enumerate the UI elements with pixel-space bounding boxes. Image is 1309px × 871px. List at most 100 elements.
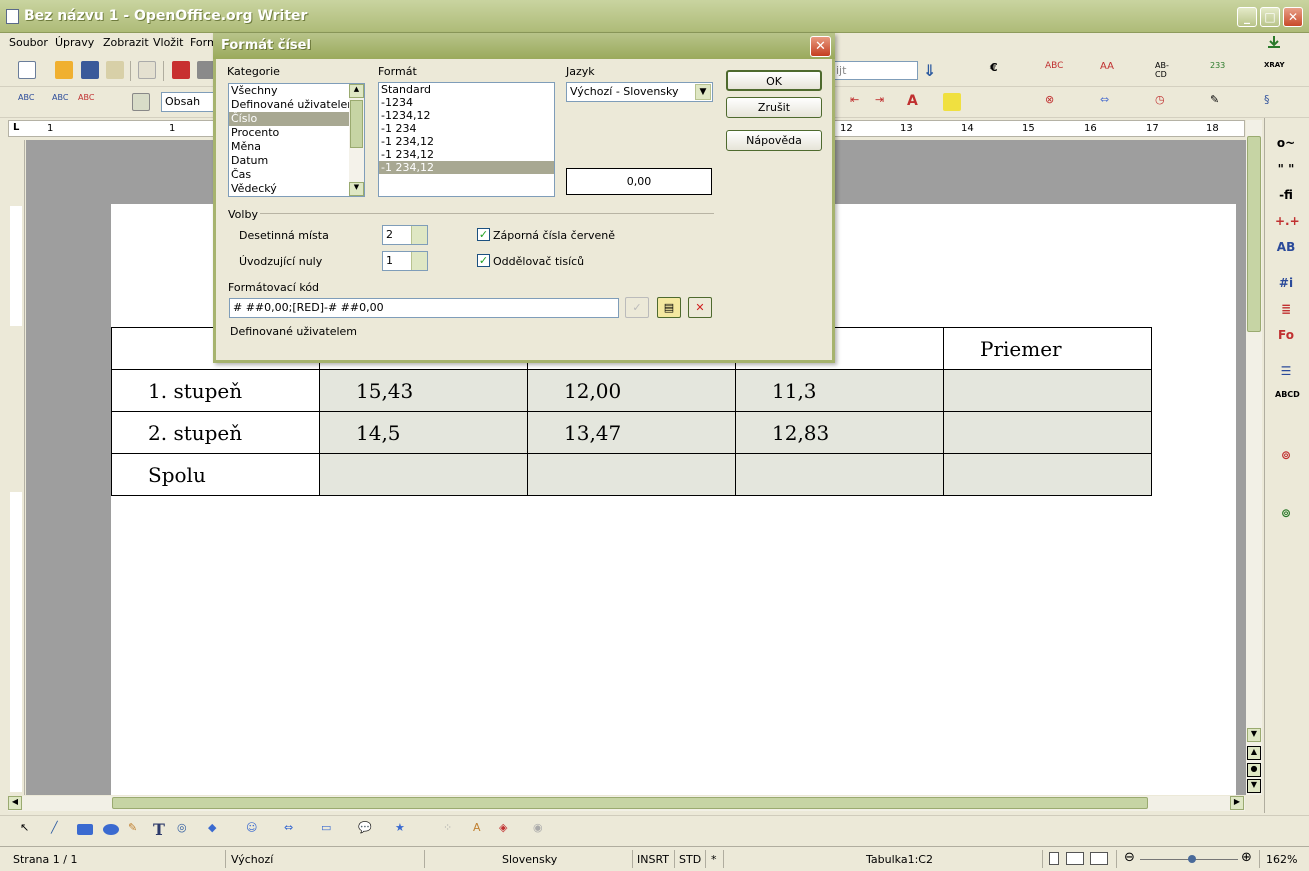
list-item[interactable]: Číslo: [229, 112, 364, 126]
status-selection-mode[interactable]: STD: [679, 853, 701, 866]
autospell-icon[interactable]: ABC: [52, 93, 70, 111]
negative-red-checkbox[interactable]: ✓: [477, 228, 490, 241]
multi-page-view-icon[interactable]: [1066, 852, 1084, 865]
ellipse-icon[interactable]: [103, 824, 119, 835]
category-scrollbar[interactable]: ▲ ▼: [349, 84, 364, 196]
list-item[interactable]: -1 234,12: [379, 161, 554, 174]
currency-icon[interactable]: €: [990, 61, 1008, 79]
prev-page-icon[interactable]: ▲: [1247, 746, 1261, 760]
minimize-button[interactable]: _: [1237, 7, 1257, 27]
table-cell[interactable]: 12,83: [735, 411, 944, 454]
close-button[interactable]: ✕: [1283, 7, 1303, 27]
list-item[interactable]: Všechny: [229, 84, 364, 98]
language-select[interactable]: Výchozí - Slovensky ▼: [566, 82, 713, 102]
callout-icon[interactable]: ◎: [177, 821, 195, 839]
table-cell[interactable]: Priemer: [943, 327, 1152, 370]
save-icon[interactable]: [81, 61, 99, 79]
accept-code-icon[interactable]: ✓: [625, 297, 649, 318]
vertical-scrollbar[interactable]: ▼ ▲ ● ▼: [1246, 120, 1262, 795]
font-color-icon[interactable]: A: [907, 93, 925, 111]
abcd-icon[interactable]: ABCD: [1275, 390, 1300, 410]
status-insert-mode[interactable]: INSRT: [637, 853, 669, 866]
menu-upravy[interactable]: Úpravy: [55, 36, 94, 49]
note-icon[interactable]: ✎: [1210, 93, 1228, 111]
single-page-view-icon[interactable]: [1049, 852, 1059, 865]
decrease-indent-icon[interactable]: ⇤: [850, 93, 868, 111]
zoom-slider-handle[interactable]: [1188, 855, 1196, 863]
extrusion-icon[interactable]: ◈: [499, 821, 517, 839]
callouts-icon[interactable]: 💬: [358, 821, 376, 839]
category-list[interactable]: Všechny Definované uživatelem Číslo Proc…: [228, 83, 365, 197]
scroll-down-icon[interactable]: ▼: [1247, 728, 1261, 742]
spin-buttons-icon[interactable]: [411, 252, 427, 270]
basic-shapes-icon[interactable]: ◆: [208, 821, 226, 839]
edit-file-icon[interactable]: [138, 61, 156, 79]
status-language[interactable]: Slovensky: [502, 853, 557, 866]
autocheck-icon[interactable]: ABC: [78, 93, 96, 111]
table-cell[interactable]: [735, 453, 944, 496]
menu-zobrazit[interactable]: Zobrazit: [103, 36, 149, 49]
align-icon[interactable]: ≣: [1275, 302, 1297, 322]
vertical-scroll-thumb[interactable]: [1247, 136, 1261, 332]
table-cell[interactable]: 13,47: [527, 411, 736, 454]
find-replace-icon[interactable]: ⊚: [1275, 506, 1297, 526]
table-cell[interactable]: 12,00: [527, 369, 736, 412]
zoom-out-icon[interactable]: ⊖: [1124, 850, 1135, 865]
direction-icon[interactable]: ⇔: [1100, 93, 1118, 111]
points-icon[interactable]: ⁘: [443, 821, 461, 839]
ok-button[interactable]: OK: [726, 70, 822, 91]
case-icon[interactable]: AB-CD: [1155, 61, 1173, 79]
no-spell-icon[interactable]: ⊗: [1045, 93, 1063, 111]
arrow-down-icon[interactable]: ⇓: [923, 61, 941, 80]
horizontal-scrollbar[interactable]: ◀ ▶: [8, 796, 1245, 811]
line-icon[interactable]: ╱: [51, 821, 69, 839]
list-item[interactable]: -1 234: [379, 122, 554, 135]
table-cell[interactable]: 15,43: [319, 369, 528, 412]
download-update-icon[interactable]: [1266, 35, 1282, 49]
scroll-right-icon[interactable]: ▶: [1230, 796, 1244, 810]
list-item[interactable]: -1 234,12: [379, 148, 554, 161]
ligature-icon[interactable]: -fi: [1275, 188, 1297, 208]
status-page[interactable]: Strana 1 / 1: [13, 853, 77, 866]
freeform-icon[interactable]: ✎: [128, 821, 146, 839]
scroll-left-icon[interactable]: ◀: [8, 796, 22, 810]
open-folder-icon[interactable]: [55, 61, 73, 79]
spellcheck-icon[interactable]: ABC: [1045, 61, 1063, 79]
list-item[interactable]: Měna: [229, 140, 364, 154]
text-icon[interactable]: T: [153, 820, 171, 839]
table-cell[interactable]: [319, 453, 528, 496]
toggle-extrusion-icon[interactable]: ◉: [533, 821, 551, 839]
list-item[interactable]: Definované uživatelem: [229, 98, 364, 112]
highlight-icon[interactable]: [943, 93, 961, 111]
menu-soubor[interactable]: Soubor: [9, 36, 48, 49]
document-icon[interactable]: ☰: [1275, 364, 1297, 384]
leading-zeros-spinner[interactable]: 1: [382, 251, 428, 271]
degree-icon[interactable]: o~: [1275, 136, 1297, 156]
cancel-button[interactable]: Zrušit: [726, 97, 822, 118]
block-arrows-icon[interactable]: ⇔: [284, 821, 302, 839]
list-item[interactable]: Čas: [229, 168, 364, 182]
fontwork-icon[interactable]: A: [473, 821, 491, 839]
table-cell[interactable]: [943, 453, 1152, 496]
table-cell[interactable]: 11,3: [735, 369, 944, 412]
zoom-in-icon[interactable]: ⊕: [1241, 850, 1252, 865]
table-cell[interactable]: 2. stupeň: [111, 411, 320, 454]
list-item[interactable]: Standard: [379, 83, 554, 96]
format-list[interactable]: Standard -1234 -1234,12 -1 234 -1 234,12…: [378, 82, 555, 197]
flowchart-icon[interactable]: ▭: [321, 821, 339, 839]
scroll-up-icon[interactable]: ▲: [349, 84, 364, 98]
styles-icon[interactable]: [132, 93, 150, 111]
format-code-input[interactable]: # ##0,00;[RED]-# ##0,00: [229, 298, 619, 318]
table-cell[interactable]: [527, 453, 736, 496]
navigator-icon[interactable]: ●: [1247, 763, 1261, 777]
horizontal-scroll-thumb[interactable]: [112, 797, 1148, 809]
thousands-separator-label[interactable]: Oddělovač tisíců: [493, 255, 584, 268]
list-item[interactable]: -1234,12: [379, 109, 554, 122]
status-zoom[interactable]: 162%: [1266, 853, 1297, 866]
clock-icon[interactable]: ◷: [1155, 93, 1173, 111]
export-pdf-icon[interactable]: [172, 61, 190, 79]
font-spacing-icon[interactable]: AB: [1275, 240, 1297, 260]
binoculars-icon[interactable]: ⊚: [1275, 448, 1297, 468]
category-scroll-thumb[interactable]: [350, 100, 363, 148]
table-cell[interactable]: 14,5: [319, 411, 528, 454]
